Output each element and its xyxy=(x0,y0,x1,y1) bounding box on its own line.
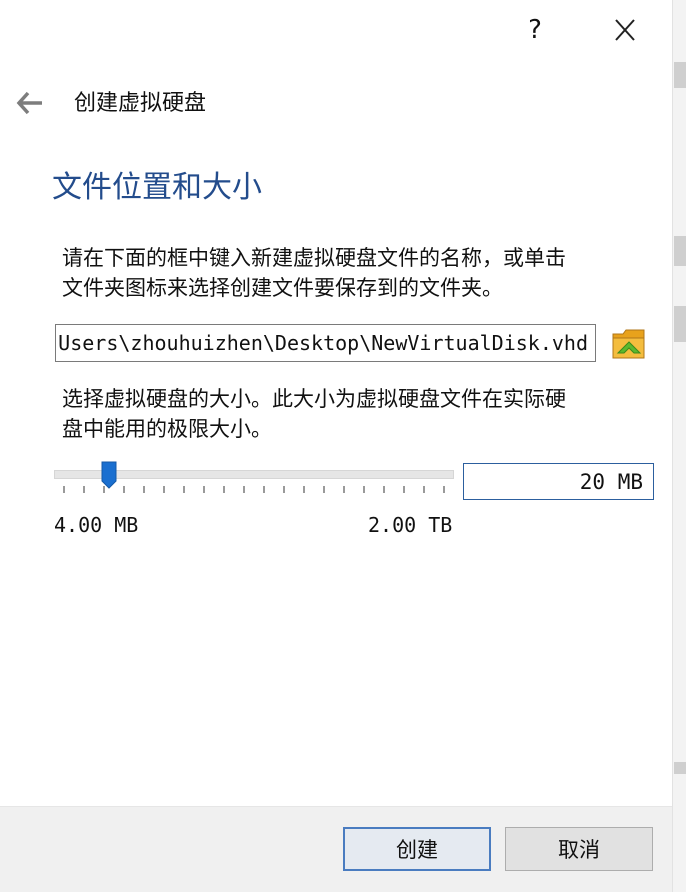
scrollbar-thumb[interactable] xyxy=(674,62,686,88)
back-button[interactable] xyxy=(16,90,44,116)
slider-tick xyxy=(123,486,125,493)
size-min-label: 4.00 MB xyxy=(54,513,139,537)
slider-tick xyxy=(323,486,325,493)
scrollbar-thumb[interactable] xyxy=(674,762,686,774)
slider-tick xyxy=(443,486,445,493)
page-title: 文件位置和大小 xyxy=(52,170,262,205)
file-path-input[interactable] xyxy=(55,324,596,362)
cancel-button[interactable]: 取消 xyxy=(505,827,653,871)
slider-tick xyxy=(243,486,245,493)
create-button[interactable]: 创建 xyxy=(343,827,491,871)
scrollbar-track[interactable] xyxy=(672,0,686,892)
location-description-line2: 文件夹图标来选择创建文件要保存到的文件夹。 xyxy=(62,276,503,300)
slider-tick xyxy=(383,486,385,493)
scrollbar-thumb[interactable] xyxy=(674,236,686,266)
slider-tick xyxy=(403,486,405,493)
slider-tick xyxy=(223,486,225,493)
scrollbar-thumb[interactable] xyxy=(674,306,686,342)
slider-tick xyxy=(203,486,205,493)
slider-tick xyxy=(363,486,365,493)
slider-tick xyxy=(303,486,305,493)
folder-icon xyxy=(612,329,645,359)
back-arrow-icon xyxy=(16,91,42,115)
wizard-title: 创建虚拟硬盘 xyxy=(74,91,207,116)
location-description-line1: 请在下面的框中键入新建虚拟硬盘文件的名称，或单击 xyxy=(62,246,566,270)
slider-tick xyxy=(83,486,85,493)
size-value-input[interactable] xyxy=(463,463,654,500)
dialog-footer: 创建 取消 xyxy=(0,806,672,892)
slider-tick xyxy=(343,486,345,493)
size-description-line2: 盘中能用的极限大小。 xyxy=(62,417,272,441)
size-max-label: 2.00 TB xyxy=(368,513,453,537)
size-slider[interactable] xyxy=(54,458,454,498)
slider-tick xyxy=(183,486,185,493)
close-icon xyxy=(615,19,635,41)
choose-folder-button[interactable] xyxy=(610,325,648,363)
close-button[interactable] xyxy=(606,12,644,50)
slider-tick xyxy=(423,486,425,493)
slider-tick xyxy=(63,486,65,493)
help-button[interactable]: ? xyxy=(518,10,552,50)
wizard-header: 创建虚拟硬盘 xyxy=(0,78,672,134)
slider-tick xyxy=(263,486,265,493)
slider-tick xyxy=(143,486,145,493)
slider-thumb-shape xyxy=(101,461,117,489)
title-bar: ? xyxy=(0,0,672,62)
slider-thumb[interactable] xyxy=(101,461,117,489)
size-description-line1: 选择虚拟硬盘的大小。此大小为虚拟硬盘文件在实际硬 xyxy=(62,387,566,411)
slider-tick xyxy=(163,486,165,493)
slider-tick xyxy=(283,486,285,493)
